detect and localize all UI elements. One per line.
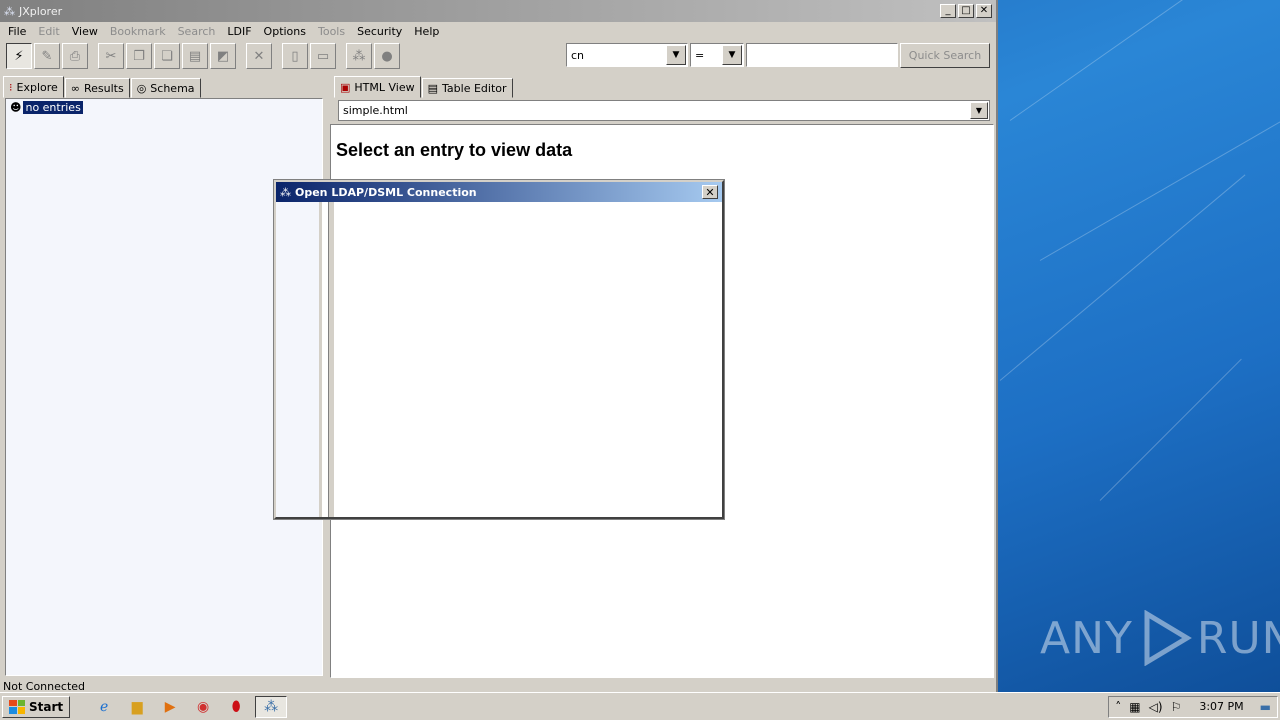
tree-root-node[interactable]: ☻ no entries <box>10 101 83 114</box>
delete-icon: ✕ <box>253 48 265 64</box>
quick-search-button[interactable]: Quick Search <box>900 43 990 68</box>
dialog-title: Open LDAP/DSML Connection <box>295 185 477 199</box>
copy-icon: ❐ <box>133 48 145 64</box>
connect-button[interactable]: ⚡ <box>6 43 32 69</box>
plug-icon: ⚡ <box>14 48 24 64</box>
printer-icon: ⎙ <box>69 48 81 64</box>
binoculars-icon: ∞ <box>70 81 80 95</box>
table-doc-icon: ▤ <box>427 81 439 95</box>
menu-options[interactable]: Options <box>258 25 312 38</box>
close-button[interactable]: ✕ <box>976 4 992 18</box>
start-button[interactable]: Start <box>2 695 71 718</box>
system-tray: ˄ ▦ ◁) ⚐ 3:07 PM ▬ <box>1108 695 1278 718</box>
close-icon: ✕ <box>705 185 715 199</box>
rename-icon: ▭ <box>316 48 330 64</box>
menu-security[interactable]: Security <box>351 25 408 38</box>
toolbar: ⚡ ✎ ⎙ ✂ ❐ ❏ ▤ ◩ ✕ ▯ ▭ ⁂ ● cn ▼ = ▼ Quick… <box>0 40 996 72</box>
tab-html-view[interactable]: ▣ HTML View <box>334 76 421 98</box>
schema-icon: ◎ <box>136 81 147 95</box>
jxplorer-taskbar-button[interactable]: ⁂ <box>255 695 288 718</box>
world-node-icon: ☻ <box>10 101 22 114</box>
menu-bar: File Edit View Bookmark Search LDIF Opti… <box>0 22 996 40</box>
dialog-body <box>276 202 722 517</box>
paste-icon: ▤ <box>188 48 202 64</box>
menu-search[interactable]: Search <box>172 25 222 38</box>
copy-dn-button[interactable]: ❏ <box>154 43 180 69</box>
minimize-button[interactable]: _ <box>940 4 956 18</box>
window-title: JXplorer <box>19 4 63 18</box>
show-hidden-icons-icon[interactable]: ˄ <box>1115 700 1121 714</box>
refresh-button[interactable]: ⁂ <box>346 43 372 69</box>
maximize-button[interactable]: □ <box>958 4 974 18</box>
open-connection-dialog: ⁂ Open LDAP/DSML Connection ✕ <box>274 180 724 519</box>
taskbar: Start ℯ ▆ ▶ ◉ ⬮ ⁂ ˄ ▦ ◁) ⚐ 3:07 PM ▬ <box>0 692 1280 720</box>
internet-explorer-icon[interactable]: ℯ <box>90 696 118 718</box>
opera-icon[interactable]: ⬮ <box>222 696 250 718</box>
copy-button[interactable]: ❐ <box>126 43 152 69</box>
action-center-flag-icon[interactable]: ⚐ <box>1171 700 1182 714</box>
scissors-icon: ✂ <box>105 48 117 64</box>
paste-button[interactable]: ▤ <box>182 43 208 69</box>
quick-search-input[interactable] <box>746 43 898 67</box>
rename-button[interactable]: ▭ <box>310 43 336 69</box>
windows-logo-icon <box>9 699 25 714</box>
app-icon: ⁂ <box>280 185 291 199</box>
dialog-title-bar[interactable]: ⁂ Open LDAP/DSML Connection ✕ <box>276 182 722 202</box>
menu-bookmark[interactable]: Bookmark <box>104 25 172 38</box>
media-player-icon[interactable]: ▶ <box>156 696 184 718</box>
menu-edit[interactable]: Edit <box>32 25 65 38</box>
chevron-down-icon[interactable]: ▼ <box>970 102 988 119</box>
menu-help[interactable]: Help <box>408 25 445 38</box>
chrome-icon[interactable]: ◉ <box>189 696 217 718</box>
chevron-down-icon[interactable]: ▼ <box>722 45 742 65</box>
menu-view[interactable]: View <box>66 25 104 38</box>
refresh-tree-icon: ⁂ <box>352 48 366 64</box>
tab-results[interactable]: ∞ Results <box>64 78 130 98</box>
volume-icon[interactable]: ◁) <box>1149 700 1163 714</box>
tab-table-editor[interactable]: ▤ Table Editor <box>421 78 513 98</box>
paste-alias-icon: ◩ <box>216 48 230 64</box>
copy-dn-icon: ❏ <box>161 48 173 64</box>
attribute-select[interactable]: cn ▼ <box>566 43 688 67</box>
anyrun-watermark: ANY RUN <box>1040 610 1280 666</box>
show-desktop-icon[interactable]: ▬ <box>1260 700 1271 714</box>
tab-schema[interactable]: ◎ Schema <box>130 78 201 98</box>
delete-button[interactable]: ✕ <box>246 43 272 69</box>
file-explorer-icon[interactable]: ▆ <box>123 696 151 718</box>
clock[interactable]: 3:07 PM <box>1199 700 1243 713</box>
menu-ldif[interactable]: LDIF <box>221 25 257 38</box>
tree-icon: ⁝ <box>9 80 13 94</box>
operator-select[interactable]: = ▼ <box>690 43 744 67</box>
print-button[interactable]: ⎙ <box>62 43 88 69</box>
disconnect-button[interactable]: ✎ <box>34 43 60 69</box>
new-entry-button[interactable]: ▯ <box>282 43 308 69</box>
tab-explore[interactable]: ⁝ Explore <box>3 76 64 98</box>
cut-button[interactable]: ✂ <box>98 43 124 69</box>
html-doc-icon: ▣ <box>340 80 351 94</box>
network-icon[interactable]: ▦ <box>1129 700 1140 714</box>
unplug-icon: ✎ <box>41 48 53 64</box>
menu-file[interactable]: File <box>2 25 32 38</box>
dialog-close-button[interactable]: ✕ <box>702 185 718 199</box>
stop-icon: ● <box>381 48 393 64</box>
app-icon: ⁂ <box>4 4 15 18</box>
paste-alias-button[interactable]: ◩ <box>210 43 236 69</box>
new-document-icon: ▯ <box>291 48 299 64</box>
stop-button[interactable]: ● <box>374 43 400 69</box>
menu-tools[interactable]: Tools <box>312 25 351 38</box>
title-bar[interactable]: ⁂ JXplorer _ □ ✕ <box>0 0 996 22</box>
view-heading: Select an entry to view data <box>336 140 573 160</box>
template-select[interactable]: simple.html ▼ <box>338 100 990 121</box>
chevron-down-icon[interactable]: ▼ <box>666 45 686 65</box>
